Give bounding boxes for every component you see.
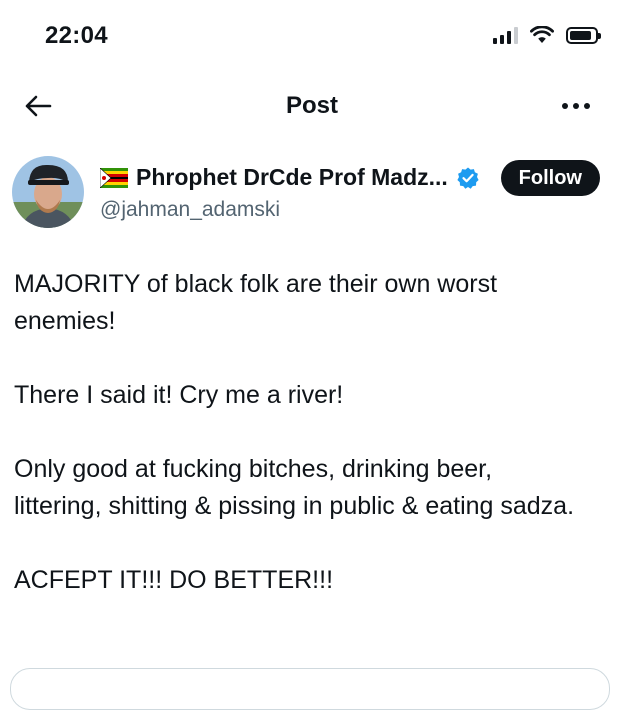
page-title: Post <box>285 92 338 119</box>
verified-badge-icon <box>457 167 479 189</box>
author-display-name[interactable]: Phrophet DrCde Prof Madz... <box>136 164 448 191</box>
avatar[interactable] <box>12 156 84 228</box>
post-author: Phrophet DrCde Prof Madz... @jahman_adam… <box>12 156 600 232</box>
top-nav: Post <box>0 78 624 134</box>
wifi-icon <box>530 26 554 43</box>
status-icons <box>493 26 601 44</box>
post-paragraph: Only good at fucking bitches, drinking b… <box>14 455 575 520</box>
more-options-button[interactable] <box>558 92 594 120</box>
author-name-row: Phrophet DrCde Prof Madz... <box>100 164 480 191</box>
post-paragraph: MAJORITY of black folk are their own wor… <box>14 270 498 335</box>
author-handle[interactable]: @jahman_adamski <box>100 198 280 222</box>
status-bar: 22:04 <box>0 0 624 78</box>
more-horizontal-icon <box>562 103 568 109</box>
zimbabwe-flag-icon <box>100 167 128 188</box>
post-paragraph: ACFEPT IT!!! DO BETTER!!! <box>14 566 334 594</box>
cellular-signal-icon <box>493 26 518 44</box>
post-paragraph: There I said it! Cry me a river! <box>14 381 344 409</box>
battery-icon <box>566 26 601 44</box>
follow-button[interactable]: Follow <box>500 160 600 196</box>
post-body: MAJORITY of black folk are their own wor… <box>14 266 584 599</box>
status-time: 22:04 <box>45 22 108 49</box>
reply-bar[interactable] <box>10 668 610 710</box>
